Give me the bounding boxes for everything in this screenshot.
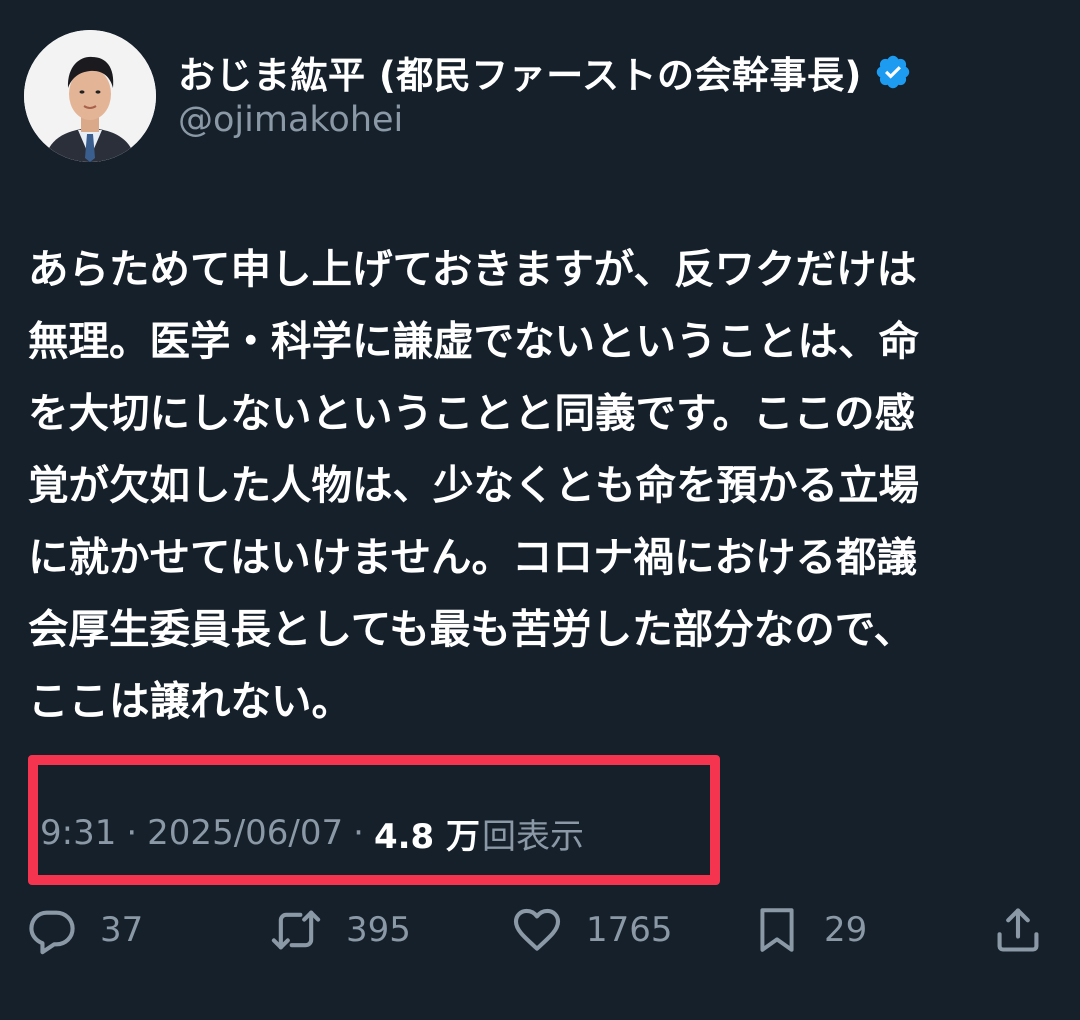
author-name-row[interactable]: おじま紘平 (都民ファーストの会幹事長) xyxy=(178,42,912,102)
verified-badge-icon xyxy=(874,53,912,91)
tweet-date[interactable]: 2025/06/07 xyxy=(147,813,343,853)
view-count[interactable]: 4.8 万 xyxy=(374,809,480,858)
heart-icon xyxy=(513,908,561,951)
avatar-photo xyxy=(24,30,156,162)
display-name[interactable]: おじま紘平 (都民ファーストの会幹事長) xyxy=(178,45,862,99)
tweet-text-line: あらためて申し上げておきますが、反ワクだけは xyxy=(28,245,917,293)
bookmark-button[interactable]: 29 xyxy=(752,898,867,962)
tweet-text-line: 会厚生委員長としても最も苦労した部分なので、 xyxy=(28,605,915,653)
tweet-text-line: 覚が欠如した人物は、少なくとも命を預かる立場 xyxy=(28,461,919,509)
share-button[interactable] xyxy=(992,898,1044,962)
retweet-count: 395 xyxy=(346,910,411,950)
bookmark-count: 29 xyxy=(824,910,868,950)
share-icon xyxy=(997,908,1039,952)
action-bar: 37 395 1765 29 xyxy=(0,898,1080,962)
tweet-text: あらためて申し上げておきますが、反ワクだけは 無理。医学・科学に謙虚でないという… xyxy=(28,233,1052,737)
tweet-text-line: に就かせてはいけません。コロナ禍における都議 xyxy=(28,533,917,581)
author-handle[interactable]: @ojimakohei xyxy=(178,100,403,140)
bookmark-icon xyxy=(760,908,794,952)
reply-button[interactable]: 37 xyxy=(26,898,143,962)
like-button[interactable]: 1765 xyxy=(510,898,673,962)
meta-separator: · xyxy=(126,813,138,853)
tweet-time[interactable]: 9:31 xyxy=(40,813,116,853)
tweet-meta: 9:31 · 2025/06/07 · 4.8 万 回表示 xyxy=(40,808,584,858)
tweet-text-line: 無理。医学・科学に謙虚でないということは、命 xyxy=(28,317,919,365)
tweet-text-line: を大切にしないということと同義です。ここの感 xyxy=(28,389,915,437)
retweet-button[interactable]: 395 xyxy=(268,898,411,962)
like-count: 1765 xyxy=(586,910,673,950)
avatar[interactable] xyxy=(24,30,156,162)
reply-icon xyxy=(29,910,75,955)
reply-count: 37 xyxy=(100,910,144,950)
view-count-label: 回表示 xyxy=(482,816,585,857)
meta-separator: · xyxy=(353,813,364,853)
retweet-icon xyxy=(271,910,321,950)
tweet-text-line: ここは譲れない。 xyxy=(28,677,352,725)
